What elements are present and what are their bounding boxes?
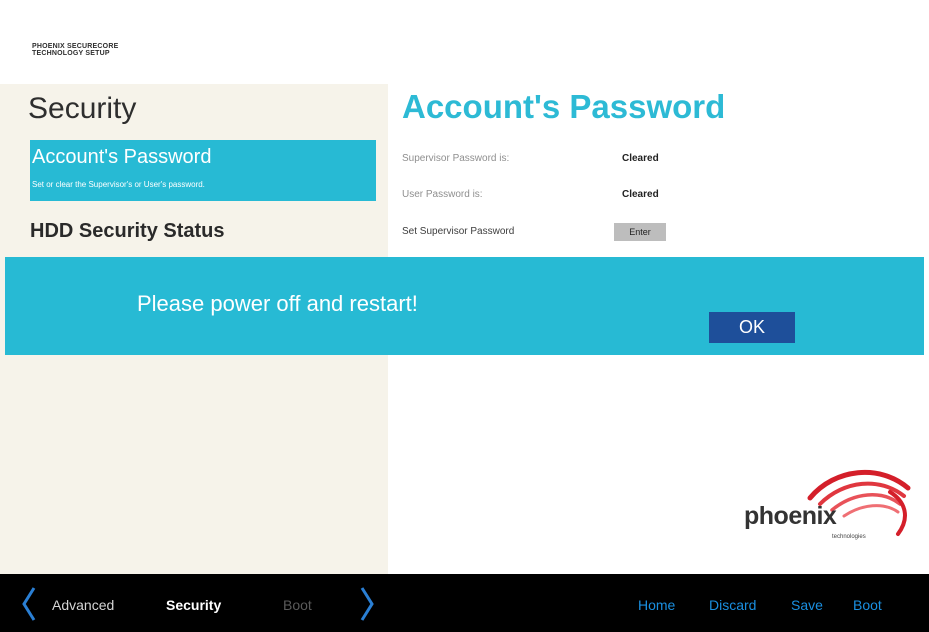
save-button[interactable]: Save <box>791 597 823 613</box>
bios-setup-screen: PHOENIX SECURECORE TECHNOLOGY SETUP Secu… <box>0 0 929 632</box>
tab-security[interactable]: Security <box>166 597 221 613</box>
setting-row-user-status: User Password is: Cleared <box>402 186 702 206</box>
chevron-right-icon[interactable] <box>358 586 376 622</box>
dialog-message: Please power off and restart! <box>137 291 418 316</box>
menu-item-hdd-security-status[interactable]: HDD Security Status <box>30 220 225 243</box>
tab-boot[interactable]: Boot <box>283 597 312 613</box>
tab-advanced[interactable]: Advanced <box>52 597 114 613</box>
setting-row-set-supervisor-password: Set Supervisor Password Enter <box>402 223 702 243</box>
setting-value: Cleared <box>622 189 659 200</box>
chevron-left-icon[interactable] <box>20 586 38 622</box>
home-button[interactable]: Home <box>638 597 675 613</box>
enter-button[interactable]: Enter <box>614 223 666 241</box>
vendor-line-2: TECHNOLOGY SETUP <box>32 50 110 57</box>
menu-item-accounts-password[interactable]: Account's Password Set or clear the Supe… <box>30 140 376 201</box>
ok-button[interactable]: OK <box>709 312 795 343</box>
vendor-line-1: PHOENIX SECURECORE <box>32 43 119 50</box>
setting-row-supervisor-status: Supervisor Password is: Cleared <box>402 150 702 170</box>
setting-label: Supervisor Password is: <box>402 153 510 164</box>
menu-item-description: Set or clear the Supervisor's or User's … <box>32 180 205 189</box>
phoenix-logo: phoenix technologies <box>740 462 915 547</box>
section-title: Security <box>28 92 137 125</box>
setting-label: User Password is: <box>402 189 483 200</box>
logo-subtitle: technologies <box>832 534 866 540</box>
restart-dialog: Please power off and restart! OK <box>5 257 924 355</box>
boot-button[interactable]: Boot <box>853 597 882 613</box>
vendor-header: PHOENIX SECURECORE TECHNOLOGY SETUP <box>32 43 118 57</box>
page-title: Account's Password <box>402 88 726 125</box>
logo-wordmark: phoenix <box>744 502 837 530</box>
bottom-nav-bar: Advanced Security Boot Home Discard Save… <box>0 574 929 632</box>
setting-label: Set Supervisor Password <box>402 226 515 237</box>
menu-item-label: Account's Password <box>32 146 212 168</box>
discard-button[interactable]: Discard <box>709 597 756 613</box>
setting-value: Cleared <box>622 153 659 164</box>
